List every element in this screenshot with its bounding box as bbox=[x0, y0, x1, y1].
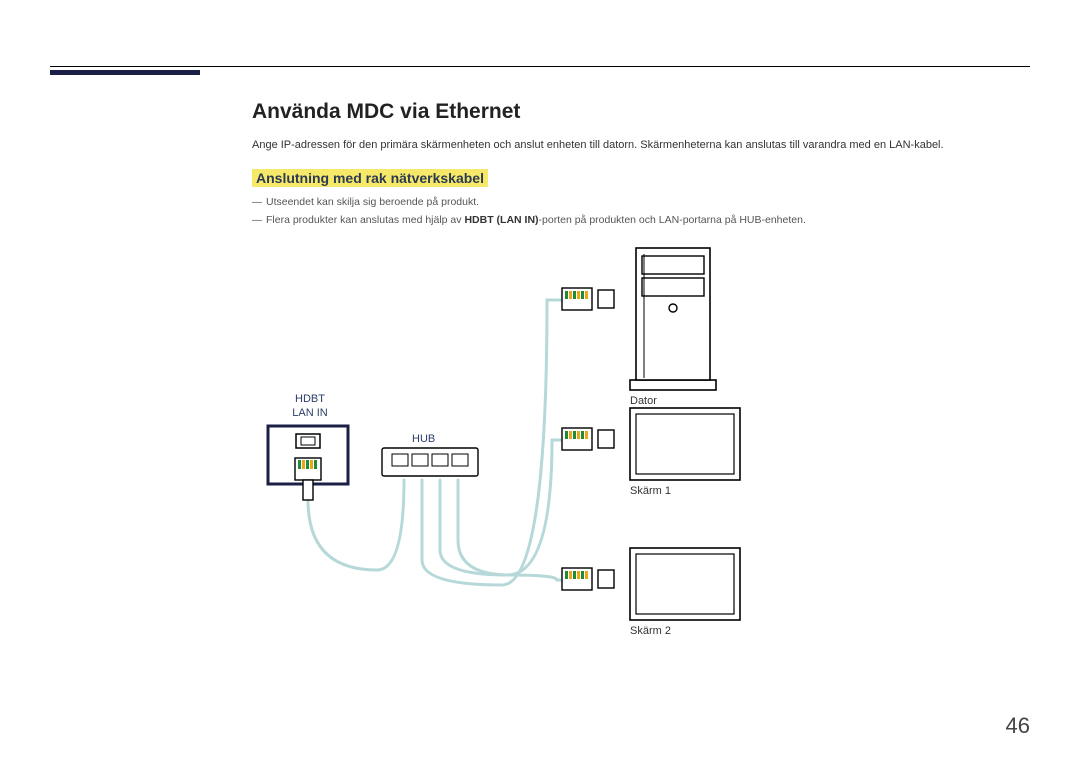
horizontal-rule bbox=[50, 66, 1030, 67]
accent-bar bbox=[50, 70, 200, 75]
intro-paragraph: Ange IP-adressen för den primära skärmen… bbox=[252, 138, 1032, 153]
label-hdbt-lan-in: HDBT LAN IN bbox=[280, 392, 340, 421]
label-hub: HUB bbox=[412, 432, 435, 446]
label-dator: Dator bbox=[630, 394, 657, 408]
rj45-plug-lan-in bbox=[295, 458, 321, 500]
monitor1-icon bbox=[630, 408, 740, 480]
note-2: Flera produkter kan anslutas med hjälp a… bbox=[252, 213, 1032, 229]
hub-device bbox=[382, 448, 478, 476]
page-number: 46 bbox=[1006, 713, 1030, 739]
rj45-plug-monitor2 bbox=[562, 568, 614, 590]
note-1: Utseendet kan skilja sig beroende på pro… bbox=[252, 195, 1032, 211]
note-2-post: -porten på produkten och LAN-portarna på… bbox=[539, 214, 806, 226]
connection-diagram: HDBT LAN IN HUB Dator Skärm 1 Skärm 2 bbox=[252, 240, 752, 660]
page-content: Använda MDC via Ethernet Ange IP-adresse… bbox=[252, 100, 1032, 231]
note-2-pre: Flera produkter kan anslutas med hjälp a… bbox=[266, 214, 464, 226]
label-skarm1: Skärm 1 bbox=[630, 484, 671, 498]
monitor2-icon bbox=[630, 548, 740, 620]
sub-heading: Anslutning med rak nätverkskabel bbox=[252, 169, 488, 187]
note-2-bold: HDBT (LAN IN) bbox=[464, 214, 538, 226]
rj45-plug-computer bbox=[562, 288, 614, 310]
label-skarm2: Skärm 2 bbox=[630, 624, 671, 638]
diagram-svg bbox=[252, 240, 752, 660]
page-heading: Använda MDC via Ethernet bbox=[252, 100, 1032, 124]
computer-icon bbox=[630, 248, 716, 390]
rj45-plug-monitor1 bbox=[562, 428, 614, 450]
